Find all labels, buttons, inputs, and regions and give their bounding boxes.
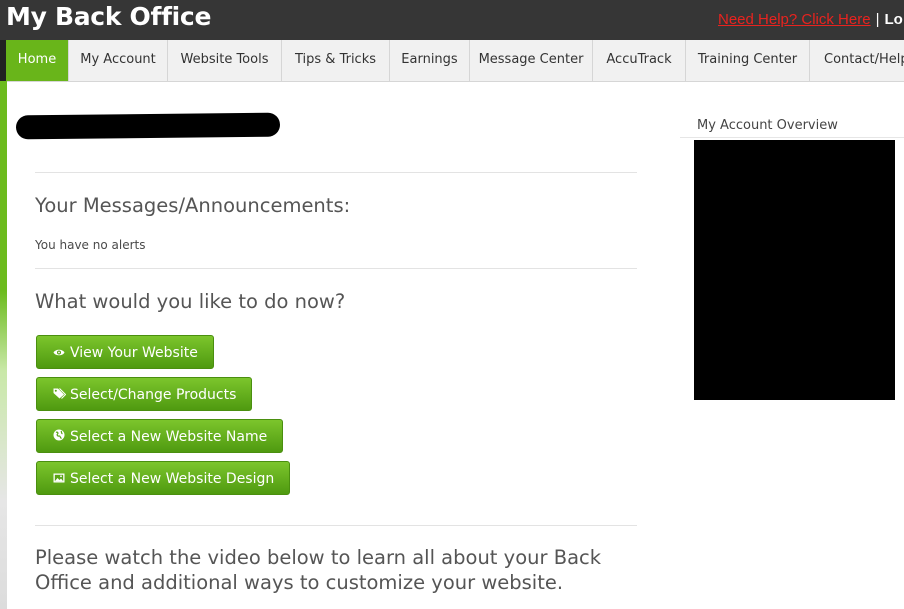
tab-message-center[interactable]: Message Center — [470, 40, 593, 81]
divider — [35, 172, 637, 173]
tab-home[interactable]: Home — [6, 40, 69, 81]
new-website-design-button[interactable]: Select a New Website Design — [36, 461, 291, 496]
picture-icon — [52, 462, 66, 496]
tab-accutrack[interactable]: AccuTrack — [593, 40, 686, 81]
view-website-label: View Your Website — [70, 345, 198, 361]
account-overview-title: My Account Overview — [697, 118, 838, 133]
video-heading: Please watch the video below to learn al… — [35, 546, 602, 594]
alerts-status-text: You have no alerts — [35, 238, 146, 252]
view-website-button[interactable]: View Your Website — [36, 335, 214, 369]
eye-icon — [52, 336, 66, 370]
messages-heading: Your Messages/Announcements: — [35, 194, 351, 217]
tab-website-tools[interactable]: Website Tools — [168, 40, 282, 81]
tab-training-center[interactable]: Training Center — [686, 40, 810, 81]
header-links: Need Help? Click Here | Lo — [718, 11, 903, 28]
tab-my-account[interactable]: My Account — [69, 40, 168, 81]
tab-earnings[interactable]: Earnings — [390, 40, 470, 81]
main-nav: Home My Account Website Tools Tips & Tri… — [0, 40, 904, 82]
change-products-label: Select/Change Products — [70, 387, 237, 403]
help-link[interactable]: Need Help? Click Here — [718, 11, 871, 28]
globe-icon — [52, 420, 66, 454]
tab-tips-tricks[interactable]: Tips & Tricks — [282, 40, 390, 81]
change-products-button[interactable]: Select/Change Products — [36, 377, 253, 412]
new-website-design-label: Select a New Website Design — [70, 471, 275, 487]
redacted-account-overview — [694, 140, 895, 400]
left-accent-bar — [0, 81, 7, 609]
redacted-username — [15, 112, 281, 140]
divider — [35, 525, 637, 526]
new-website-name-label: Select a New Website Name — [70, 429, 268, 445]
logout-link[interactable]: Lo — [884, 11, 902, 28]
actions-heading: What would you like to do now? — [35, 290, 346, 313]
tab-contact-help[interactable]: Contact/Help — [810, 40, 904, 81]
overview-title-underline — [680, 137, 904, 138]
tags-icon — [52, 378, 66, 412]
new-website-name-button[interactable]: Select a New Website Name — [36, 419, 284, 454]
top-header: My Back Office Need Help? Click Here | Lo — [0, 0, 904, 40]
divider — [35, 268, 637, 269]
app-title: My Back Office — [6, 2, 212, 31]
header-separator: | — [875, 11, 880, 28]
